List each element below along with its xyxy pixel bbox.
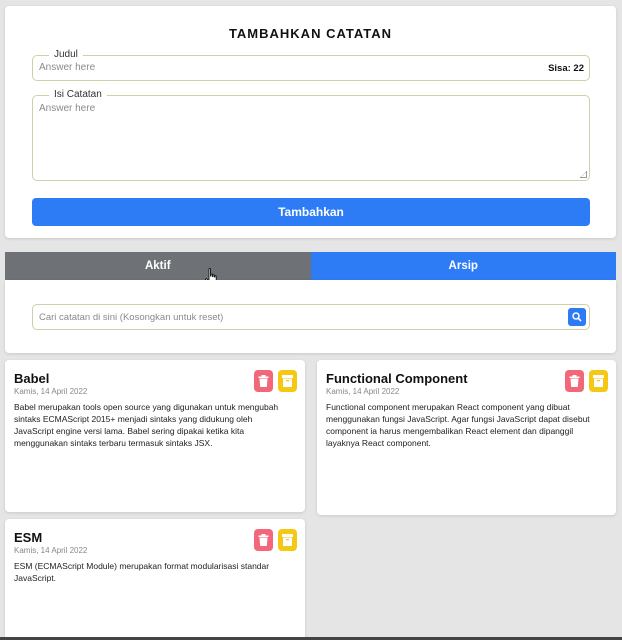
- note-date: Kamis, 14 April 2022: [14, 387, 88, 396]
- search-input[interactable]: Cari catatan di sini (Kosongkan untuk re…: [32, 304, 590, 330]
- search-panel: Cari catatan di sini (Kosongkan untuk re…: [5, 280, 616, 353]
- note-title: Babel: [14, 371, 50, 386]
- note-actions: [254, 370, 297, 392]
- body-textarea[interactable]: Answer here: [39, 103, 95, 114]
- note-title: Functional Component: [326, 371, 468, 386]
- form-title: TAMBAHKAN CATATAN: [228, 26, 393, 41]
- archive-icon: [282, 375, 293, 387]
- search-icon: [572, 312, 582, 322]
- archive-button[interactable]: [278, 370, 297, 392]
- note-card: ESM Kamis, 14 April 2022 ESM (ECMAScript…: [5, 519, 305, 640]
- resize-handle-icon[interactable]: [580, 171, 587, 178]
- tab-active[interactable]: Aktif: [5, 252, 311, 280]
- search-button[interactable]: [568, 308, 586, 326]
- tab-archive[interactable]: Arsip: [310, 252, 616, 280]
- add-note-form: TAMBAHKAN CATATAN Judul Answer here Sisa…: [5, 6, 616, 238]
- archive-icon: [593, 375, 604, 387]
- archive-button[interactable]: [589, 370, 608, 392]
- body-label: Isi Catatan: [49, 89, 107, 101]
- delete-button[interactable]: [254, 529, 273, 551]
- note-date: Kamis, 14 April 2022: [326, 387, 400, 396]
- note-title: ESM: [14, 530, 43, 545]
- note-card: Babel Kamis, 14 April 2022 Babel merupak…: [5, 360, 305, 512]
- char-counter: Sisa: 22: [548, 63, 584, 74]
- note-body: Functional component merupakan React com…: [326, 402, 590, 448]
- search-placeholder[interactable]: Cari catatan di sini (Kosongkan untuk re…: [39, 312, 223, 323]
- trash-icon: [258, 534, 269, 546]
- note-body: ESM (ECMAScript Module) merupakan format…: [14, 561, 270, 583]
- note-actions: [565, 370, 608, 392]
- add-note-button[interactable]: Tambahkan: [32, 198, 590, 226]
- delete-button[interactable]: [565, 370, 584, 392]
- delete-button[interactable]: [254, 370, 273, 392]
- note-actions: [254, 529, 297, 551]
- archive-icon: [282, 534, 293, 546]
- archive-button[interactable]: [278, 529, 297, 551]
- note-body: Babel merupakan tools open source yang d…: [14, 402, 279, 448]
- note-card: Functional Component Kamis, 14 April 202…: [317, 360, 616, 515]
- body-field[interactable]: Isi Catatan Answer here: [32, 89, 590, 181]
- title-field[interactable]: Judul Answer here Sisa: 22: [32, 49, 590, 81]
- trash-icon: [258, 375, 269, 387]
- note-date: Kamis, 14 April 2022: [14, 546, 88, 555]
- title-input[interactable]: Answer here: [39, 62, 95, 73]
- tab-bar: Aktif Arsip: [5, 252, 616, 280]
- title-label: Judul: [49, 49, 83, 61]
- trash-icon: [569, 375, 580, 387]
